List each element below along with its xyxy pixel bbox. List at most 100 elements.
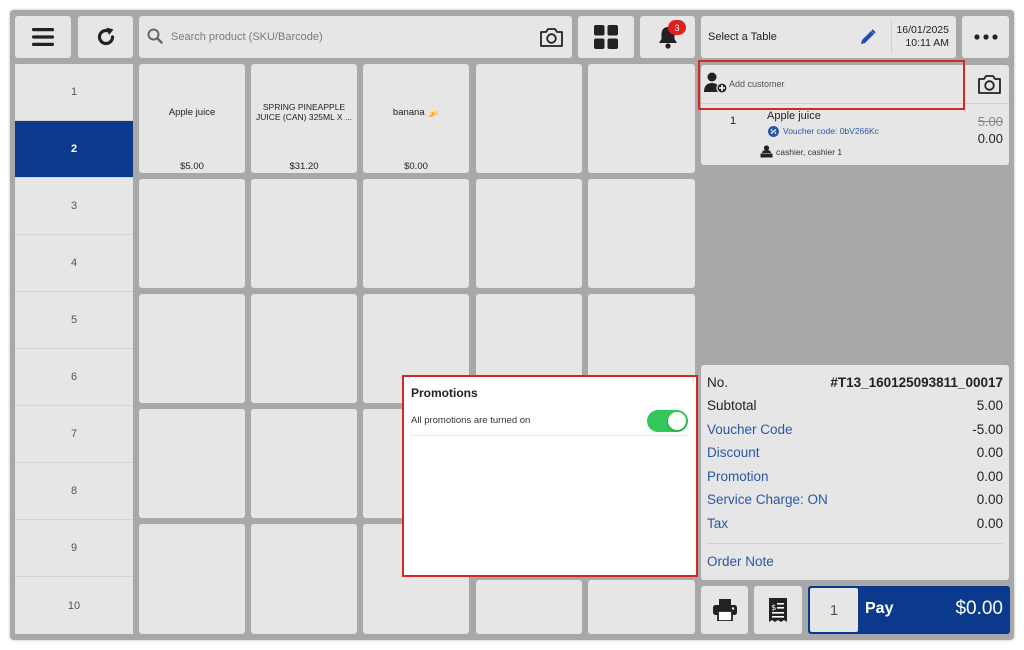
camera-icon[interactable] bbox=[539, 26, 564, 48]
table-bar-divider bbox=[891, 20, 892, 54]
add-customer-highlight bbox=[698, 60, 965, 110]
item-name: Apple juice bbox=[767, 110, 821, 122]
empty-product-tile[interactable] bbox=[363, 179, 469, 288]
pay-label: Pay bbox=[865, 600, 894, 617]
empty-product-tile[interactable] bbox=[476, 179, 582, 288]
empty-product-tile[interactable] bbox=[588, 580, 695, 634]
empty-product-tile[interactable] bbox=[476, 580, 582, 634]
voucher-code: Voucher code: 0bV266Kc bbox=[783, 126, 879, 136]
camera-icon[interactable] bbox=[977, 73, 1002, 95]
grid-view-button[interactable] bbox=[578, 16, 634, 58]
order-note-label[interactable]: Order Note bbox=[707, 554, 774, 569]
promotion-row[interactable]: Promotion 0.00 bbox=[707, 467, 1003, 487]
discount-row[interactable]: Discount 0.00 bbox=[707, 443, 1003, 463]
divider bbox=[411, 435, 689, 436]
item-price: 0.00 bbox=[977, 131, 1003, 146]
subtotal-label: Subtotal bbox=[707, 398, 757, 413]
discount-label[interactable]: Discount bbox=[707, 445, 760, 460]
item-quantity: 1 bbox=[730, 115, 737, 127]
original-price: 5.00 bbox=[977, 114, 1003, 129]
refresh-icon bbox=[97, 27, 114, 46]
category-item-2[interactable]: 2 bbox=[15, 121, 133, 178]
print-button[interactable] bbox=[701, 586, 748, 634]
service-charge-label[interactable]: Service Charge: ON bbox=[707, 492, 828, 507]
empty-product-tile[interactable] bbox=[139, 294, 245, 403]
service-charge-value: 0.00 bbox=[976, 492, 1003, 507]
voucher-icon bbox=[768, 126, 779, 137]
category-item-5[interactable]: 5 bbox=[15, 292, 133, 349]
time-text: 10:11 AM bbox=[905, 37, 949, 49]
empty-product-tile[interactable] bbox=[476, 64, 582, 173]
hamburger-menu-icon bbox=[32, 28, 54, 46]
toggle-knob bbox=[668, 412, 686, 430]
empty-product-tile[interactable] bbox=[251, 524, 357, 634]
category-item-1[interactable]: 1 bbox=[15, 64, 133, 121]
promotions-title: Promotions bbox=[411, 386, 478, 400]
empty-product-tile[interactable] bbox=[139, 409, 245, 518]
category-item-8[interactable]: 8 bbox=[15, 463, 133, 520]
product-name: Apple juice bbox=[168, 107, 216, 118]
product-tile[interactable]: banana 🍌 $0.00 bbox=[363, 64, 469, 173]
search-icon bbox=[147, 28, 163, 44]
notification-badge: 3 bbox=[668, 20, 686, 35]
promotions-toggle[interactable] bbox=[647, 410, 688, 432]
menu-button[interactable] bbox=[15, 16, 71, 58]
staff-name: cashier, cashier 1 bbox=[776, 147, 843, 157]
order-number-value: #T13_160125093811_00017 bbox=[830, 375, 1003, 390]
receipt-icon: $ bbox=[769, 598, 787, 622]
pay-quantity[interactable]: 1 bbox=[810, 588, 858, 632]
search-bar[interactable]: Search product (SKU/Barcode) bbox=[139, 16, 572, 58]
product-price: $31.20 bbox=[289, 161, 319, 172]
table-selector[interactable]: Select a Table 16/01/2025 10:11 AM bbox=[701, 16, 956, 58]
product-tile[interactable]: SPRING PINEAPPLE JUICE (CAN) 325ML X ...… bbox=[251, 64, 357, 173]
ellipsis-icon bbox=[973, 34, 998, 40]
empty-product-tile[interactable] bbox=[139, 524, 245, 634]
empty-product-tile[interactable] bbox=[251, 179, 357, 288]
product-price: $0.00 bbox=[404, 161, 428, 172]
order-summary: No. #T13_160125093811_00017 Subtotal 5.0… bbox=[701, 365, 1009, 580]
tax-row[interactable]: Tax 0.00 bbox=[707, 514, 1003, 534]
date-time: 16/01/2025 10:11 AM bbox=[893, 24, 949, 50]
promotions-toggle-label: All promotions are turned on bbox=[411, 415, 531, 426]
cashier-icon bbox=[760, 145, 773, 158]
select-table-label: Select a Table bbox=[708, 31, 777, 43]
refresh-button[interactable] bbox=[78, 16, 133, 58]
edit-pencil-icon[interactable] bbox=[859, 28, 877, 46]
discount-value: 0.00 bbox=[976, 445, 1003, 460]
product-name: banana 🍌 bbox=[392, 107, 440, 118]
tax-value: 0.00 bbox=[976, 516, 1003, 531]
category-item-7[interactable]: 7 bbox=[15, 406, 133, 463]
service-charge-row[interactable]: Service Charge: ON 0.00 bbox=[707, 490, 1003, 510]
date-text: 16/01/2025 bbox=[896, 24, 949, 36]
subtotal-value: 5.00 bbox=[976, 398, 1003, 413]
category-item-3[interactable]: 3 bbox=[15, 178, 133, 235]
svg-text:$: $ bbox=[771, 603, 776, 612]
empty-product-tile[interactable] bbox=[588, 64, 695, 173]
pay-button[interactable]: 1 Pay $0.00 bbox=[808, 586, 1010, 634]
category-item-10[interactable]: 10 bbox=[15, 577, 133, 634]
promotions-popup: Promotions All promotions are turned on bbox=[402, 375, 698, 577]
category-item-9[interactable]: 9 bbox=[15, 520, 133, 577]
empty-product-tile[interactable] bbox=[251, 409, 357, 518]
notifications-button[interactable]: 3 bbox=[640, 16, 695, 58]
pay-total: $0.00 bbox=[955, 598, 1003, 619]
category-item-6[interactable]: 6 bbox=[15, 349, 133, 406]
voucher-row[interactable]: Voucher Code -5.00 bbox=[707, 420, 1003, 440]
tax-label[interactable]: Tax bbox=[707, 516, 728, 531]
divider bbox=[707, 543, 1003, 544]
empty-product-tile[interactable] bbox=[139, 179, 245, 288]
search-input[interactable]: Search product (SKU/Barcode) bbox=[171, 31, 323, 43]
empty-product-tile[interactable] bbox=[251, 294, 357, 403]
promotion-label[interactable]: Promotion bbox=[707, 469, 769, 484]
grid-icon bbox=[594, 25, 618, 49]
product-name: SPRING PINEAPPLE JUICE (CAN) 325ML X ... bbox=[255, 102, 353, 122]
more-options-button[interactable] bbox=[962, 16, 1009, 58]
category-item-4[interactable]: 4 bbox=[15, 235, 133, 292]
product-tile[interactable]: Apple juice $5.00 bbox=[139, 64, 245, 173]
receipt-button[interactable]: $ bbox=[754, 586, 802, 634]
order-note-row[interactable]: Order Note bbox=[707, 552, 1003, 572]
order-number-row: No. #T13_160125093811_00017 bbox=[707, 373, 1003, 393]
empty-product-tile[interactable] bbox=[588, 179, 695, 288]
voucher-code-label[interactable]: Voucher Code bbox=[707, 422, 793, 437]
printer-icon bbox=[712, 599, 737, 621]
